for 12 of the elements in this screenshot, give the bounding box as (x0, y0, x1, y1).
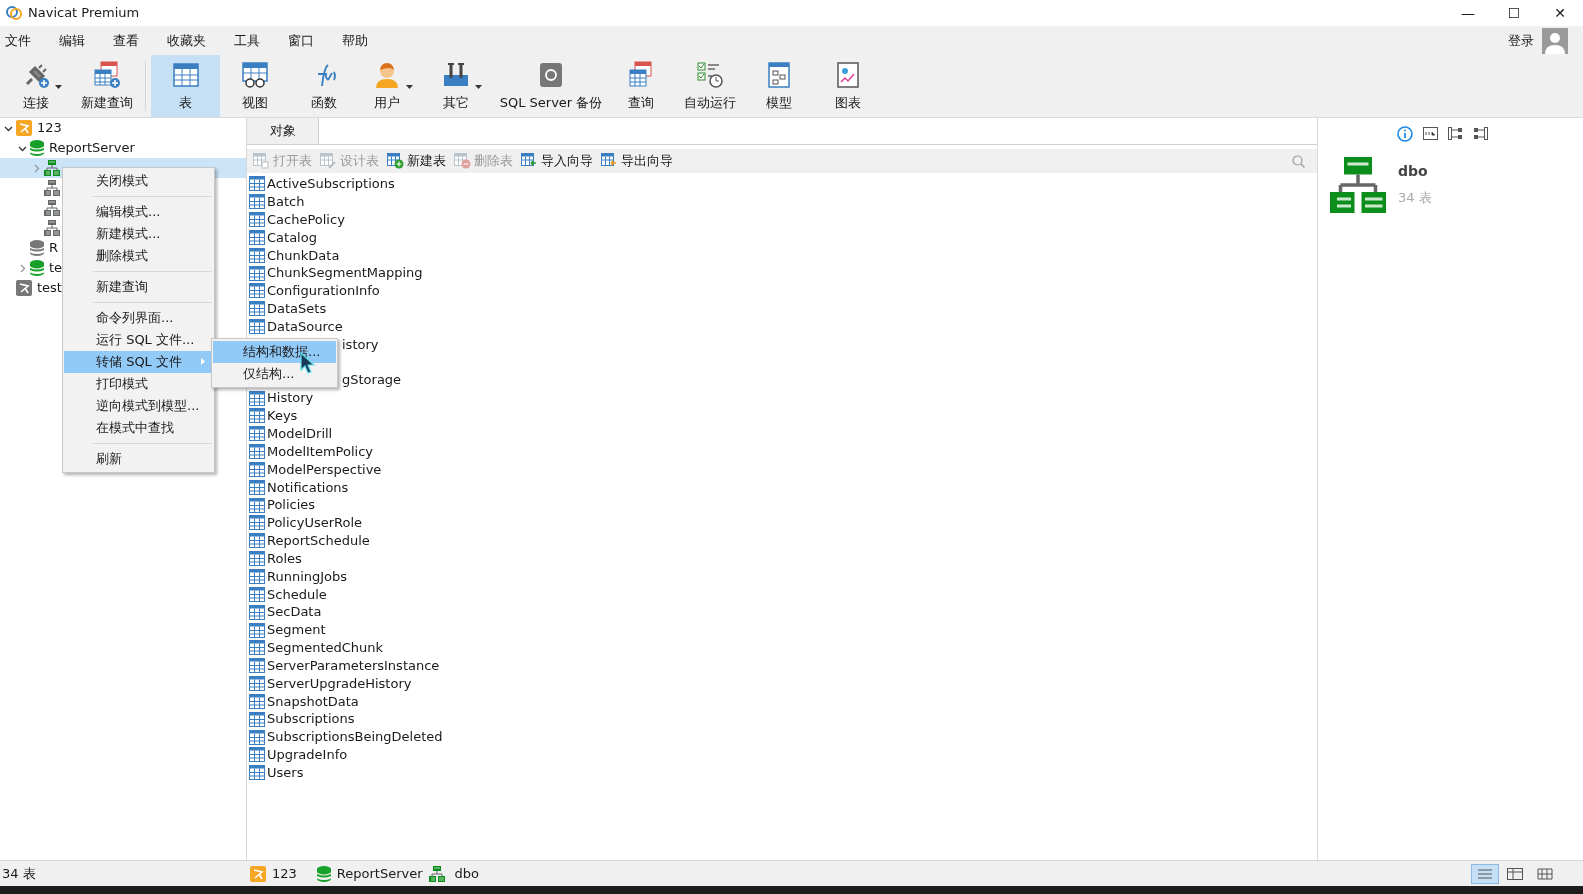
tree-label: R (49, 239, 59, 258)
status-table-count: 34 表 (1, 864, 37, 883)
status-database: ReportServer (336, 864, 423, 883)
tree-label: ReportServer (49, 139, 135, 158)
tree-label: test (37, 279, 62, 298)
tree-label: te (49, 259, 63, 278)
table-count: 34 表 (1398, 189, 1432, 207)
status-connection: 123 (272, 864, 297, 883)
status-schema: dbo (454, 864, 480, 883)
tree-label: 123 (37, 119, 62, 138)
schema-name: dbo (1398, 162, 1429, 181)
window-title: Navicat Premium (28, 4, 140, 23)
